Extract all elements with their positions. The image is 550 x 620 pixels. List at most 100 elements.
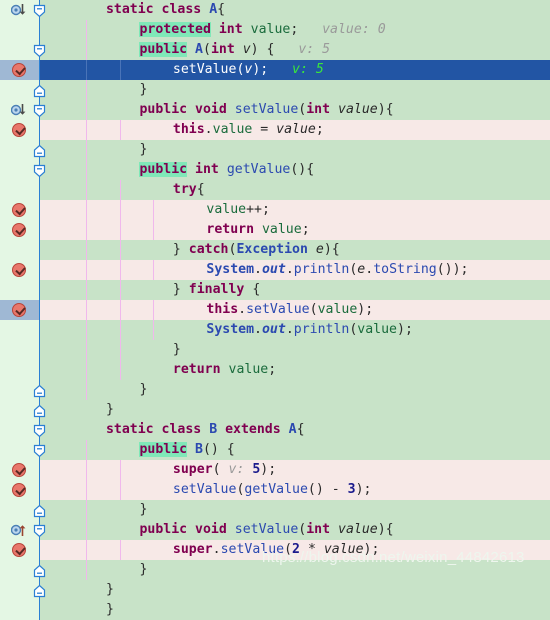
code-line[interactable]: static class B extends A{ <box>0 420 550 440</box>
code-line[interactable]: public void setValue(int value){ <box>0 100 550 120</box>
line-code: System.out.println(e.toString()); <box>39 260 468 280</box>
token: ( <box>202 42 211 57</box>
code-line[interactable]: value++; <box>0 200 550 220</box>
code-line[interactable]: } <box>0 600 550 620</box>
code-line[interactable]: this.value = value; <box>0 120 550 140</box>
token: public <box>139 522 188 537</box>
token: try <box>172 182 197 197</box>
token: class <box>161 2 202 17</box>
token: 3 <box>347 482 356 497</box>
token: Exception <box>236 242 308 257</box>
token: this <box>172 122 205 137</box>
editor-gutter[interactable] <box>0 300 39 320</box>
breakpoint-verified-icon[interactable] <box>12 223 26 237</box>
token: int <box>210 42 235 57</box>
breakpoint-verified-icon[interactable] <box>12 463 26 477</box>
editor-gutter[interactable] <box>0 340 39 360</box>
code-line[interactable]: super( v: 5); <box>0 460 550 480</box>
line-code: } <box>39 380 147 400</box>
line-code: public B() { <box>39 440 235 460</box>
code-line[interactable]: setValue(getValue() - 3); <box>0 480 550 500</box>
editor-gutter[interactable] <box>0 220 39 240</box>
code-line[interactable]: } <box>0 140 550 160</box>
line-code: } catch(Exception e){ <box>39 240 340 260</box>
override-down-icon[interactable] <box>10 3 26 17</box>
override-up-marker[interactable] <box>10 523 26 537</box>
breakpoint-verified-icon[interactable] <box>12 63 26 77</box>
line-code: this.value = value; <box>39 120 324 140</box>
code-line[interactable]: protected int value; value: 0 <box>0 20 550 40</box>
code-editor[interactable]: static class A{protected int value; valu… <box>0 0 550 620</box>
code-line[interactable]: } finally { <box>0 280 550 300</box>
token: A <box>209 2 218 17</box>
editor-gutter[interactable] <box>0 320 39 340</box>
token: ); <box>397 322 413 337</box>
token: . <box>285 262 294 277</box>
editor-gutter[interactable] <box>0 360 39 380</box>
token: public <box>139 42 188 57</box>
editor-gutter[interactable] <box>0 20 39 40</box>
breakpoint-verified-icon[interactable] <box>12 543 26 557</box>
override-down-icon[interactable] <box>10 103 26 117</box>
token: public <box>139 162 188 177</box>
code-line[interactable]: return value; <box>0 220 550 240</box>
token: value <box>228 362 269 377</box>
override-up-icon[interactable] <box>10 523 26 537</box>
code-line[interactable]: try{ <box>0 180 550 200</box>
code-line[interactable]: static class A{ <box>0 0 550 20</box>
override-down-marker[interactable] <box>10 103 26 117</box>
editor-gutter[interactable] <box>0 260 39 280</box>
editor-gutter[interactable] <box>0 120 39 140</box>
override-down-marker[interactable] <box>10 3 26 17</box>
editor-gutter[interactable] <box>0 280 39 300</box>
code-line[interactable]: public B() { <box>0 440 550 460</box>
token: value <box>357 322 397 337</box>
token: { <box>196 182 205 197</box>
editor-gutter[interactable] <box>0 180 39 200</box>
code-line[interactable]: } <box>0 400 550 420</box>
editor-gutter[interactable] <box>0 480 39 500</box>
token: super <box>172 462 213 477</box>
code-line[interactable]: public A(int v) { v: 5 <box>0 40 550 60</box>
editor-gutter[interactable] <box>0 240 39 260</box>
code-line[interactable]: } catch(Exception e){ <box>0 240 550 260</box>
code-line[interactable]: } <box>0 380 550 400</box>
line-code: static class B extends A{ <box>39 420 305 440</box>
code-line[interactable]: System.out.println(e.toString()); <box>0 260 550 280</box>
code-line[interactable]: } <box>0 80 550 100</box>
code-line[interactable]: public void setValue(int value){ <box>0 520 550 540</box>
code-line[interactable]: setValue(v); v: 5 <box>0 60 550 80</box>
editor-gutter[interactable] <box>0 600 39 620</box>
breakpoint-verified-icon[interactable] <box>12 203 26 217</box>
token: A <box>195 42 203 57</box>
breakpoint-verified-icon[interactable] <box>12 303 26 317</box>
code-line[interactable]: } <box>0 580 550 600</box>
token: public <box>139 102 188 117</box>
editor-gutter[interactable] <box>0 60 39 80</box>
breakpoint-verified-icon[interactable] <box>12 263 26 277</box>
token: . <box>254 322 262 337</box>
token: class <box>161 422 202 437</box>
code-line[interactable]: System.out.println(value); <box>0 320 550 340</box>
code-line[interactable]: } <box>0 500 550 520</box>
token: . <box>204 122 213 137</box>
editor-gutter[interactable] <box>0 460 39 480</box>
token: ){ <box>377 522 394 537</box>
token: setValue <box>234 102 299 117</box>
code-line[interactable]: return value; <box>0 360 550 380</box>
code-line[interactable]: } <box>0 340 550 360</box>
code-line[interactable]: this.setValue(value); <box>0 300 550 320</box>
breakpoint-verified-icon[interactable] <box>12 123 26 137</box>
breakpoint-verified-icon[interactable] <box>12 483 26 497</box>
token: public <box>139 442 188 457</box>
editor-gutter[interactable] <box>0 200 39 220</box>
editor-gutter[interactable] <box>0 540 39 560</box>
token: return <box>206 222 255 237</box>
line-code: } <box>39 140 147 160</box>
code-line[interactable]: public int getValue(){ <box>0 160 550 180</box>
token: (){ <box>290 162 315 177</box>
